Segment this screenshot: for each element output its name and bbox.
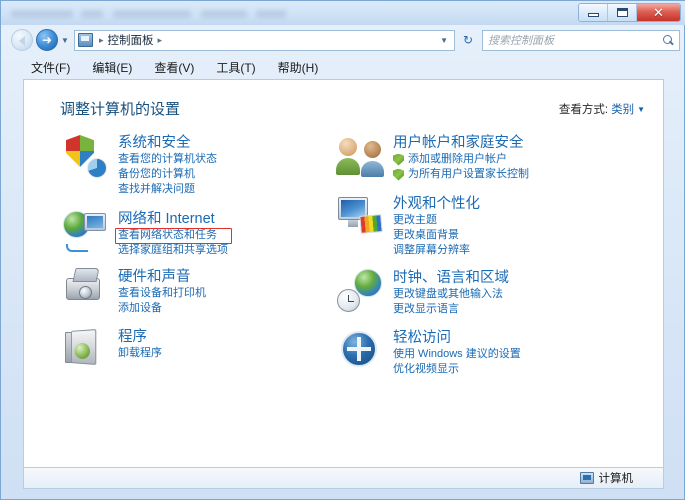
page-title: 调整计算机的设置 <box>60 98 180 119</box>
content-panel: 调整计算机的设置 查看方式: 类别 ▼ 系统和安全 查看您的计算机状态 备份您的… <box>23 79 664 467</box>
computer-icon <box>580 472 594 484</box>
chevron-down-icon[interactable]: ▼ <box>637 105 645 114</box>
refresh-icon: ↻ <box>463 33 473 47</box>
printer-icon <box>62 266 108 312</box>
category-link[interactable]: 更改显示语言 <box>393 302 509 317</box>
title-text-blurred <box>81 10 103 18</box>
category-link[interactable]: 使用 Windows 建议的设置 <box>393 347 521 362</box>
title-text-blurred <box>11 10 73 18</box>
maximize-button[interactable] <box>608 4 637 21</box>
navigation-bar: ▼ ▸ 控制面板 ▸ ▼ ↻ 搜索控制面板 <box>1 25 685 55</box>
menu-edit[interactable]: 编辑(E) <box>92 59 132 76</box>
back-button[interactable] <box>11 29 33 51</box>
minimize-button[interactable] <box>579 4 608 21</box>
category-link[interactable]: 更改主题 <box>393 213 480 228</box>
recent-pages-chevron-down-icon[interactable]: ▼ <box>59 36 71 45</box>
control-panel-icon <box>78 33 93 47</box>
programs-box-icon <box>62 326 108 372</box>
category-ease-of-access[interactable]: 轻松访问 使用 Windows 建议的设置 优化视频显示 <box>337 327 521 377</box>
category-title[interactable]: 外观和个性化 <box>393 195 480 213</box>
window-controls: ✕ <box>578 3 681 22</box>
category-system-and-security[interactable]: 系统和安全 查看您的计算机状态 备份您的计算机 查找并解决问题 <box>62 132 217 197</box>
category-title[interactable]: 硬件和声音 <box>118 268 206 286</box>
search-input-placeholder[interactable]: 搜索控制面板 <box>488 32 663 48</box>
category-link[interactable]: 选择家庭组和共享选项 <box>118 243 228 258</box>
breadcrumb-control-panel[interactable]: 控制面板 <box>108 32 154 48</box>
network-globe-icon <box>62 208 108 254</box>
search-icon <box>663 35 674 46</box>
menu-tools[interactable]: 工具(T) <box>216 59 255 76</box>
category-title[interactable]: 程序 <box>118 328 162 346</box>
category-user-accounts-and-family-safety[interactable]: 用户帐户和家庭安全 添加或删除用户帐户 为所有用户设置家长控制 <box>337 132 529 182</box>
category-link[interactable]: 备份您的计算机 <box>118 167 217 182</box>
category-hardware-and-sound[interactable]: 硬件和声音 查看设备和打印机 添加设备 <box>62 266 206 316</box>
status-bar-label: 计算机 <box>599 470 634 486</box>
view-by-label: 查看方式: <box>559 101 608 117</box>
category-link[interactable]: 查找并解决问题 <box>118 182 217 197</box>
category-title[interactable]: 用户帐户和家庭安全 <box>393 134 529 152</box>
category-title[interactable]: 网络和 Internet <box>118 210 228 228</box>
maximize-icon <box>617 8 628 17</box>
category-link[interactable]: 调整屏幕分辨率 <box>393 243 480 258</box>
category-link[interactable]: 优化视频显示 <box>393 362 521 377</box>
refresh-button[interactable]: ↻ <box>457 30 479 51</box>
title-text-blurred <box>113 10 191 18</box>
status-bar: 计算机 <box>23 467 664 489</box>
breadcrumb-separator-icon[interactable]: ▸ <box>158 35 163 46</box>
menu-view[interactable]: 查看(V) <box>154 59 194 76</box>
category-appearance-and-personalization[interactable]: 外观和个性化 更改主题 更改桌面背景 调整屏幕分辨率 <box>337 193 480 258</box>
menu-file[interactable]: 文件(F) <box>31 59 70 76</box>
close-icon: ✕ <box>637 4 680 21</box>
minimize-icon <box>588 13 599 17</box>
view-by-control: 查看方式: 类别 ▼ <box>559 101 645 117</box>
address-chevron-down-icon[interactable]: ▼ <box>440 36 451 45</box>
view-by-value[interactable]: 类别 <box>611 101 634 117</box>
category-title[interactable]: 轻松访问 <box>393 329 521 347</box>
control-panel-window: ✕ ▼ ▸ 控制面板 ▸ ▼ ↻ 搜索控制面板 文件(F) 编辑(E) 查看(V… <box>0 0 685 500</box>
user-accounts-icon <box>337 132 383 178</box>
clock-globe-icon <box>337 267 383 313</box>
category-link[interactable]: 查看您的计算机状态 <box>118 152 217 167</box>
title-text-blurred <box>256 10 286 18</box>
menu-bar: 文件(F) 编辑(E) 查看(V) 工具(T) 帮助(H) <box>1 55 685 79</box>
breadcrumb-separator-icon: ▸ <box>99 35 104 46</box>
category-clock-language-and-region[interactable]: 时钟、语言和区域 更改键盘或其他输入法 更改显示语言 <box>337 267 509 317</box>
security-shield-icon <box>62 132 108 178</box>
category-link[interactable]: 更改桌面背景 <box>393 228 480 243</box>
title-text-blurred <box>201 10 247 18</box>
category-link-with-shield[interactable]: 为所有用户设置家长控制 <box>393 167 529 182</box>
category-link[interactable]: 卸载程序 <box>118 346 162 361</box>
category-title[interactable]: 时钟、语言和区域 <box>393 269 509 287</box>
menu-help[interactable]: 帮助(H) <box>278 59 319 76</box>
appearance-monitor-icon <box>337 193 383 239</box>
address-bar[interactable]: ▸ 控制面板 ▸ ▼ <box>74 30 455 51</box>
category-link[interactable]: 查看设备和打印机 <box>118 286 206 301</box>
category-link[interactable]: 更改键盘或其他输入法 <box>393 287 509 302</box>
category-programs[interactable]: 程序 卸载程序 <box>62 326 162 372</box>
close-button[interactable]: ✕ <box>637 4 680 21</box>
category-link-highlighted[interactable]: 查看网络状态和任务 <box>118 228 228 243</box>
category-title[interactable]: 系统和安全 <box>118 134 217 152</box>
category-link-with-shield[interactable]: 添加或删除用户帐户 <box>393 152 529 167</box>
category-network-and-internet[interactable]: 网络和 Internet 查看网络状态和任务 选择家庭组和共享选项 <box>62 208 228 258</box>
forward-button[interactable] <box>36 29 58 51</box>
title-bar: ✕ <box>1 1 685 25</box>
category-link[interactable]: 添加设备 <box>118 301 206 316</box>
search-box[interactable]: 搜索控制面板 <box>482 30 680 51</box>
ease-of-access-icon <box>337 327 383 373</box>
